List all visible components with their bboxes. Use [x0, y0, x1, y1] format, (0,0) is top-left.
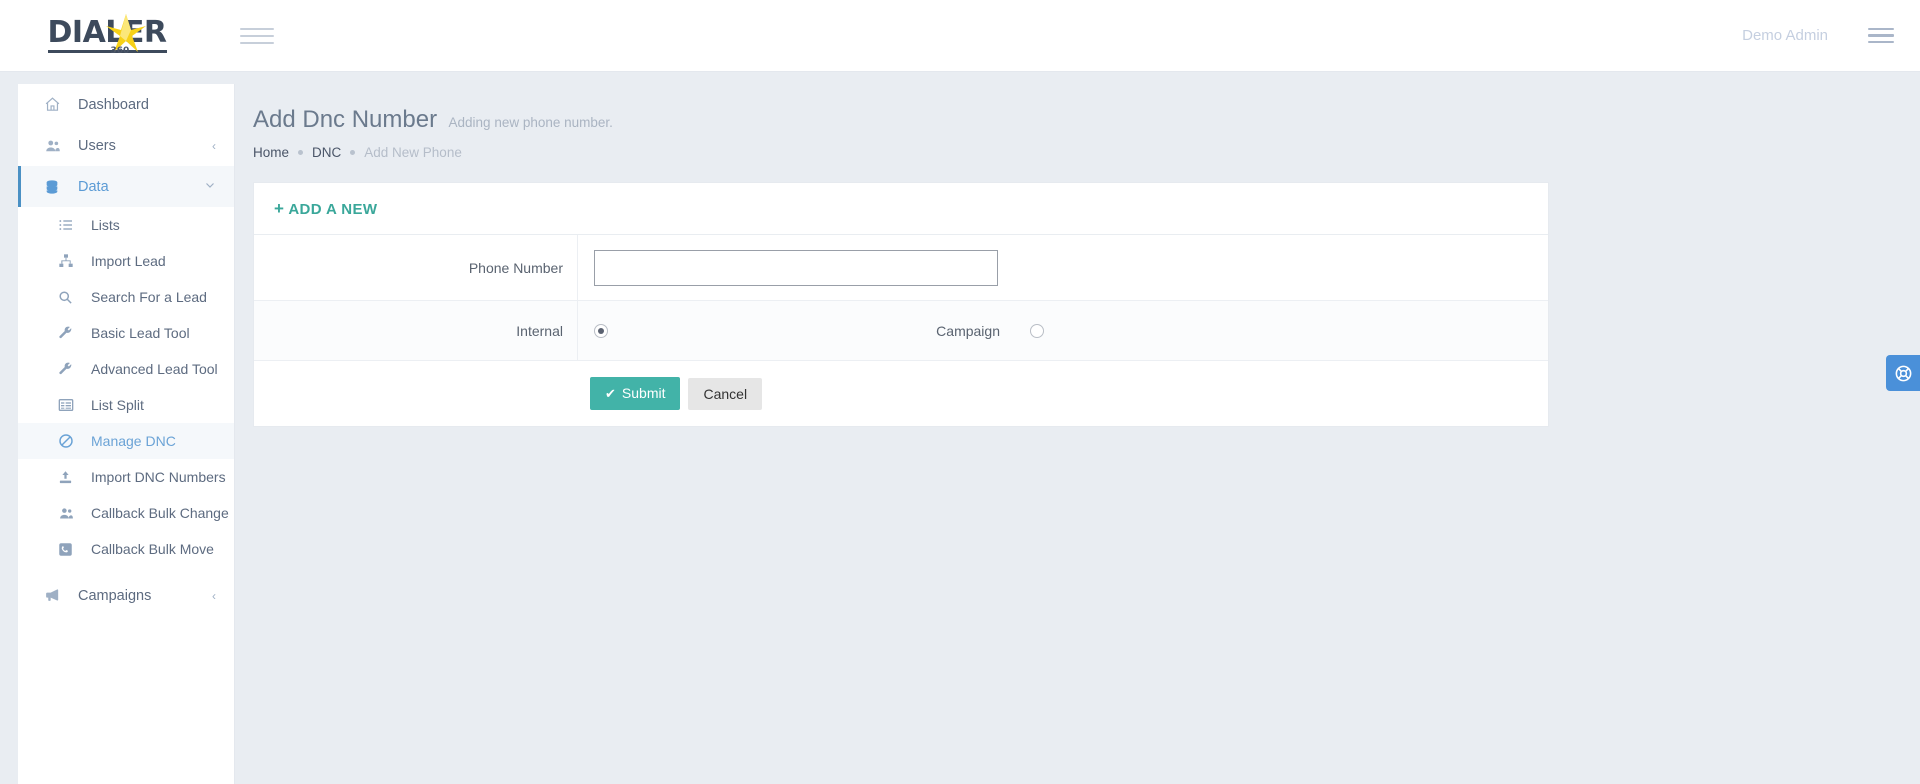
- sidebar-item-import-lead[interactable]: Import Lead: [18, 243, 234, 279]
- wrench-icon: [58, 362, 80, 377]
- sidebar-item-label: Lists: [91, 217, 120, 233]
- sidebar-item-label: List Split: [91, 397, 144, 413]
- sidebar-item-label: Callback Bulk Change: [91, 505, 229, 521]
- form-actions: ✔ Submit Cancel: [254, 361, 1548, 426]
- internal-radio-cell[interactable]: [578, 323, 796, 338]
- phone-number-row: Phone Number: [254, 235, 1548, 301]
- sidebar-item-list-split[interactable]: List Split: [18, 387, 234, 423]
- right-menu-icon[interactable]: [1868, 24, 1894, 48]
- sidebar-item-label: Dashboard: [78, 96, 149, 113]
- home-icon: [44, 96, 66, 113]
- plus-icon: +: [274, 199, 285, 218]
- breadcrumb: Home DNC Add New Phone: [253, 145, 1920, 160]
- brand-sub: 360: [110, 46, 130, 56]
- campaign-radio-cell[interactable]: [1014, 323, 1232, 338]
- sidebar-item-label: Users: [78, 137, 116, 154]
- sidebar-item-label: Advanced Lead Tool: [91, 361, 218, 377]
- list-icon: [58, 217, 80, 233]
- submit-button-label: Submit: [621, 385, 666, 401]
- phone-icon: [58, 542, 80, 557]
- sidebar-item-label: Callback Bulk Move: [91, 541, 214, 557]
- page-header: Add Dnc Number Adding new phone number. …: [235, 84, 1920, 160]
- sidebar-item-advanced-lead-tool[interactable]: Advanced Lead Tool: [18, 351, 234, 387]
- card-header-title: + ADD A NEW: [274, 199, 378, 218]
- sidebar-item-label: Data: [78, 178, 109, 195]
- user-name[interactable]: Demo Admin: [1742, 27, 1828, 44]
- cancel-button[interactable]: Cancel: [688, 377, 763, 410]
- upload-icon: [58, 470, 80, 485]
- sidebar-item-users[interactable]: Users ‹: [18, 125, 234, 166]
- sidebar-item-label: Manage DNC: [91, 433, 176, 449]
- sidebar-item-label: Search For a Lead: [91, 289, 207, 305]
- search-icon: [58, 290, 80, 305]
- sidebar-item-search-for-a-lead[interactable]: Search For a Lead: [18, 279, 234, 315]
- main-content: Add Dnc Number Adding new phone number. …: [235, 84, 1920, 784]
- database-icon: [44, 179, 66, 195]
- breadcrumb-separator-icon: [350, 150, 356, 155]
- check-icon: ✔: [605, 386, 616, 401]
- phone-number-input[interactable]: [594, 249, 998, 286]
- sidebar-item-basic-lead-tool[interactable]: Basic Lead Tool: [18, 315, 234, 351]
- table-icon: [58, 397, 80, 413]
- page-subtitle: Adding new phone number.: [448, 115, 613, 130]
- type-selection-row: Internal Campaign: [254, 301, 1548, 361]
- campaign-label: Campaign: [936, 322, 1000, 339]
- sidebar-item-callback-bulk-move[interactable]: Callback Bulk Move: [18, 531, 234, 567]
- campaign-radio[interactable]: [1030, 323, 1044, 338]
- sitemap-icon: [58, 253, 80, 269]
- sidebar-item-manage-dnc[interactable]: Manage DNC: [18, 423, 234, 459]
- support-widget-button[interactable]: [1886, 355, 1920, 391]
- sidebar-item-data[interactable]: Data: [18, 166, 234, 207]
- breadcrumb-separator-icon: [298, 150, 304, 155]
- chevron-down-icon: [204, 179, 216, 194]
- sidebar-item-label: Import DNC Numbers: [91, 469, 226, 485]
- breadcrumb-home[interactable]: Home: [253, 145, 289, 160]
- sidebar-item-import-dnc-numbers[interactable]: Import DNC Numbers: [18, 459, 234, 495]
- sidebar-item-callback-bulk-change[interactable]: Callback Bulk Change: [18, 495, 234, 531]
- top-bar: DIALER 360 Demo Admin: [0, 0, 1920, 72]
- sidebar-toggle-icon[interactable]: [240, 23, 274, 49]
- submit-button[interactable]: ✔ Submit: [590, 377, 681, 410]
- sidebar-item-label: Import Lead: [91, 253, 166, 269]
- sidebar-item-dashboard[interactable]: Dashboard: [18, 84, 234, 125]
- card-header: + ADD A NEW: [254, 183, 1548, 235]
- sidebar-item-label: Campaigns: [78, 587, 152, 604]
- brand-logo[interactable]: DIALER 360: [0, 0, 200, 72]
- card-header-label: ADD A NEW: [288, 201, 378, 218]
- add-dnc-card: + ADD A NEW Phone Number Internal Campaig…: [253, 182, 1549, 427]
- chevron-left-icon: ‹: [212, 588, 216, 603]
- phone-number-label: Phone Number: [254, 235, 578, 300]
- sidebar-item-label: Basic Lead Tool: [91, 325, 190, 341]
- wrench-icon: [58, 326, 80, 341]
- sidebar-item-lists[interactable]: Lists: [18, 207, 234, 243]
- internal-label: Internal: [254, 301, 578, 360]
- users-icon: [58, 505, 80, 522]
- page-title: Add Dnc Number: [253, 106, 438, 133]
- lifebuoy-icon: [1895, 365, 1911, 381]
- breadcrumb-current: Add New Phone: [364, 145, 462, 160]
- users-icon: [44, 137, 66, 155]
- sidebar: Dashboard Users ‹ Data Lists Import Lead…: [18, 84, 235, 784]
- ban-icon: [58, 433, 80, 449]
- chevron-left-icon: ‹: [212, 138, 216, 153]
- megaphone-icon: [44, 587, 66, 604]
- breadcrumb-dnc[interactable]: DNC: [312, 145, 341, 160]
- internal-radio[interactable]: [594, 323, 608, 338]
- sidebar-item-campaigns[interactable]: Campaigns ‹: [18, 575, 234, 616]
